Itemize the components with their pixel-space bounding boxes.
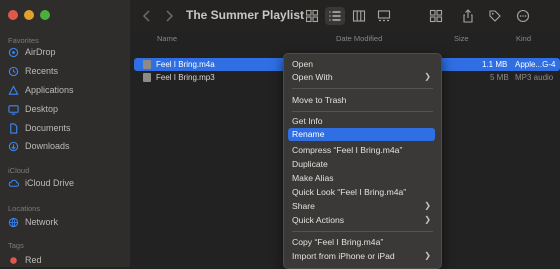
sidebar-item-documents[interactable]: Documents [8,121,71,135]
sidebar: Favorites AirDrop Recents Applications D… [0,0,130,267]
sidebar-item-icloud-drive[interactable]: iCloud Drive [8,176,74,190]
grid-icon [305,9,319,23]
sidebar-item-label: iCloud Drive [25,178,75,188]
tag-icon [489,10,501,22]
column-kind[interactable]: Kind [516,34,531,43]
group-by-button[interactable] [424,7,448,25]
sidebar-item-label: Desktop [25,104,59,114]
locations-section-label: Locations [8,204,41,213]
submenu-arrow-icon: ❯ [424,251,431,260]
menu-item-duplicate[interactable]: Duplicate [288,158,435,171]
share-icon [463,9,473,23]
gallery-icon [377,10,391,22]
menu-divider [292,111,433,112]
sidebar-item-downloads[interactable]: Downloads [8,139,70,153]
minimize-window-button[interactable] [24,10,34,20]
list-icon [329,11,341,21]
clock-icon [8,66,19,76]
audio-file-icon [143,60,151,69]
audio-file-icon [143,73,151,82]
file-kind: MP3 audio [515,73,554,82]
submenu-arrow-icon: ❯ [424,215,431,224]
zoom-window-button[interactable] [40,10,50,20]
menu-item-make-alias[interactable]: Make Alias [288,172,435,185]
tags-button[interactable] [487,7,503,25]
airdrop-icon [8,47,19,57]
file-kind: Apple...G-4 [515,60,556,69]
red-tag-dot-icon [10,256,17,264]
menu-item-compress[interactable]: Compress “Feel I Bring.m4a” [288,144,435,157]
sidebar-item-network[interactable]: Network [8,215,58,229]
forward-button[interactable] [162,7,176,25]
sidebar-item-label: Red [25,255,42,265]
menu-divider [292,88,433,89]
sidebar-item-recents[interactable]: Recents [8,64,58,78]
column-header: Name Date Modified Size Kind [130,32,560,46]
context-menu: Open Open With ❯ Move to Trash Get Info R… [283,53,442,269]
window-title: The Summer Playlist [186,8,305,22]
ellipsis-circle-icon [516,9,530,23]
icon-view-button[interactable] [303,7,321,25]
sidebar-item-tag-red[interactable]: Red [8,253,42,267]
globe-icon [8,217,19,227]
sidebar-item-label: Documents [25,123,71,133]
sidebar-item-label: Recents [25,66,59,76]
file-size: 5 MB [490,73,509,82]
file-name: Feel I Bring.m4a [156,60,215,69]
back-button[interactable] [140,7,154,25]
group-grid-icon [429,9,443,23]
menu-item-share[interactable]: Share ❯ [288,200,435,213]
menu-item-move-to-trash[interactable]: Move to Trash [288,94,435,107]
sidebar-item-label: Network [25,217,59,227]
menu-item-get-info[interactable]: Get Info [288,115,435,128]
column-name[interactable]: Name [157,34,177,43]
chevron-right-icon [166,10,174,22]
menu-item-open[interactable]: Open [288,58,435,71]
gallery-view-button[interactable] [375,7,393,25]
columns-icon [352,10,366,22]
download-icon [8,141,19,151]
sidebar-item-label: AirDrop [25,47,56,57]
menu-item-open-with[interactable]: Open With ❯ [288,71,435,84]
file-name: Feel I Bring.mp3 [156,73,215,82]
action-menu-button[interactable] [512,7,534,25]
menu-item-quick-look[interactable]: Quick Look “Feel I Bring.m4a” [288,186,435,199]
list-view-button[interactable] [325,7,345,25]
sidebar-item-label: Downloads [25,141,70,151]
submenu-arrow-icon: ❯ [424,201,431,210]
sidebar-item-label: Applications [25,85,74,95]
document-icon [10,122,18,134]
favorites-section-label: Favorites [8,36,39,45]
column-view-button[interactable] [350,7,368,25]
menu-item-rename[interactable]: Rename [288,128,435,141]
column-date-modified[interactable]: Date Modified [336,34,382,43]
desktop-icon [8,104,19,115]
sidebar-item-airdrop[interactable]: AirDrop [8,45,56,59]
icloud-section-label: iCloud [8,166,30,175]
chevron-left-icon [142,10,150,22]
menu-item-quick-actions[interactable]: Quick Actions ❯ [288,214,435,227]
applications-icon [8,84,19,95]
close-window-button[interactable] [8,10,18,20]
menu-item-import-from-iphone[interactable]: Import from iPhone or iPad ❯ [288,250,435,263]
file-size: 1.1 MB [482,60,508,69]
window-controls [8,10,50,20]
submenu-arrow-icon: ❯ [424,72,431,81]
menu-item-copy[interactable]: Copy “Feel I Bring.m4a” [288,236,435,249]
cloud-icon [8,179,19,187]
sidebar-item-desktop[interactable]: Desktop [8,102,58,116]
tags-section-label: Tags [8,241,24,250]
menu-divider [292,231,433,232]
toolbar: The Summer Playlist [130,0,560,32]
column-size[interactable]: Size [454,34,469,43]
share-button[interactable] [460,7,476,25]
sidebar-item-applications[interactable]: Applications [8,83,74,97]
